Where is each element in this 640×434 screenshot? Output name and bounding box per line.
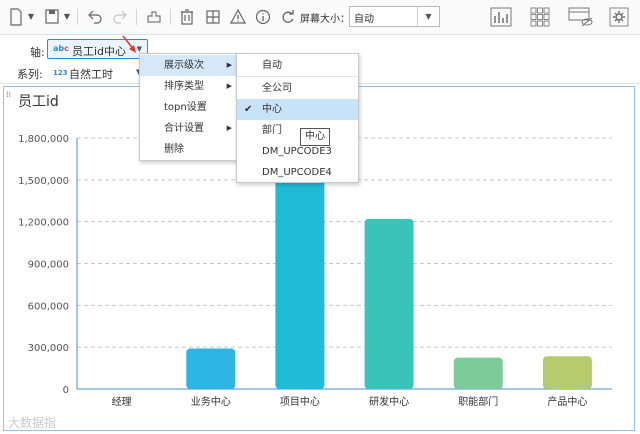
x-tick-label: 产品中心: [547, 395, 587, 408]
submenu-item-department[interactable]: 部门: [237, 120, 358, 141]
menu-divider: [237, 76, 358, 77]
x-tick-label: 业务中心: [191, 395, 231, 408]
menu-item-label: topn设置: [164, 102, 207, 113]
menu-item-topn-settings[interactable]: topn设置: [140, 97, 238, 118]
menu-item-label: 合计设置: [164, 123, 204, 134]
menu-item-delete[interactable]: 删除: [140, 139, 238, 160]
chevron-right-icon: ▶: [226, 124, 232, 132]
submenu-item-dm-upcode3[interactable]: DM_UPCODE3: [237, 141, 358, 162]
bar: [542, 356, 592, 389]
x-tick-label: 项目中心: [280, 395, 320, 408]
checkmark-icon: ✔: [244, 104, 253, 115]
submenu-item-dm-upcode4[interactable]: DM_UPCODE4: [237, 162, 358, 183]
x-tick-label: 职能部门: [458, 395, 498, 408]
menu-item-label: 展示级次: [164, 60, 204, 71]
chevron-right-icon: ▶: [226, 61, 232, 69]
tooltip: 中心: [300, 128, 330, 146]
context-menu: 展示级次 ▶ 排序类型 ▶ topn设置 合计设置 ▶ 删除: [139, 53, 239, 161]
menu-item-total-settings[interactable]: 合计设置 ▶: [140, 118, 238, 139]
submenu-item-label: 中心: [262, 104, 282, 115]
y-tick-label: 1,200,000: [18, 218, 69, 229]
menu-item-display-level[interactable]: 展示级次 ▶: [140, 55, 238, 76]
submenu-item-label: 部门: [262, 125, 282, 136]
submenu-item-label: DM_UPCODE4: [262, 167, 332, 178]
submenu-item-label: 自动: [262, 60, 282, 71]
chevron-right-icon: ▶: [226, 82, 232, 90]
submenu-item-company[interactable]: 全公司: [237, 78, 358, 99]
submenu-item-auto[interactable]: 自动: [237, 55, 358, 76]
y-tick-label: 1,800,000: [18, 134, 69, 145]
bar: [453, 357, 503, 389]
menu-item-label: 删除: [164, 144, 184, 155]
submenu-item-center[interactable]: ✔ 中心: [237, 99, 358, 120]
y-tick-label: 300,000: [28, 343, 69, 354]
y-tick-label: 600,000: [28, 301, 69, 312]
y-tick-label: 1,500,000: [18, 176, 69, 187]
menu-item-sort-type[interactable]: 排序类型 ▶: [140, 76, 238, 97]
display-level-submenu: 自动 全公司 ✔ 中心 部门 DM_UPCODE3 DM_UPCODE4: [236, 53, 359, 183]
bar: [364, 218, 414, 389]
y-tick-label: 0: [63, 385, 69, 396]
menu-item-label: 排序类型: [164, 81, 204, 92]
submenu-item-label: 全公司: [262, 83, 292, 94]
y-tick-label: 900,000: [28, 260, 69, 271]
bar: [186, 348, 236, 389]
x-tick-label: 经理: [112, 395, 132, 408]
x-tick-label: 研发中心: [369, 395, 409, 408]
bar: [275, 170, 325, 389]
watermark: 大数据指: [8, 416, 57, 430]
